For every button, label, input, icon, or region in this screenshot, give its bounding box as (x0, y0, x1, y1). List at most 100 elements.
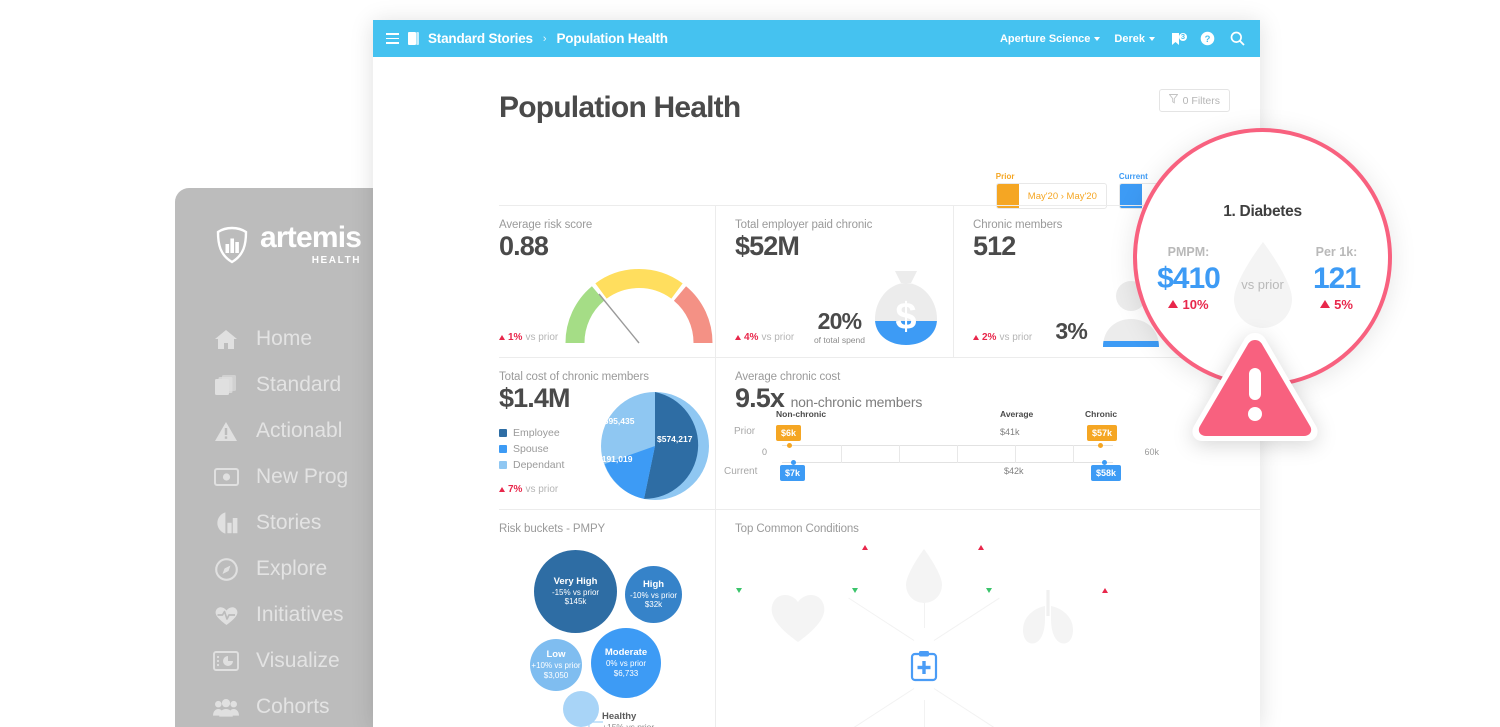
row-label-prior: Prior (734, 426, 756, 437)
bubble-delta: -10% vs prior (629, 590, 678, 600)
condition-back-pain[interactable] (708, 713, 888, 716)
trend-up-icon (973, 335, 979, 340)
per1k-value: 121 (1312, 262, 1361, 296)
card-label: Average risk score (499, 219, 593, 231)
card-average-risk-score[interactable]: Average risk score 0.88 1% vs prior (499, 206, 715, 357)
compass-icon (213, 557, 239, 581)
breadcrumb-current: Population Health (556, 31, 669, 46)
multiplier-unit: non-chronic members (790, 394, 923, 410)
delta-value: 1% (508, 332, 523, 343)
card-total-employer-paid-chronic[interactable]: Total employer paid chronic $52M $ 20% o… (715, 206, 953, 357)
bubble-delta: +10% vs prior (531, 661, 581, 671)
user-menu[interactable]: Derek (1114, 33, 1155, 45)
bubble-value: $3,050 (543, 670, 569, 680)
card-average-chronic-cost[interactable]: Average chronic cost 9.5x non-chronic me… (715, 358, 1173, 509)
chronic-share-value: 3% (1055, 318, 1087, 344)
bubble-label: Healthy (602, 711, 637, 722)
condition-asthma[interactable] (958, 585, 1138, 644)
prior-range-text: May'20 › May'20 (1027, 190, 1097, 202)
trend-up-icon (862, 545, 868, 550)
sidebar-item-label: Standard (256, 373, 342, 396)
chronic-cost-comparison-chart: Non-chronic Average Chronic Prior Curren… (724, 409, 1159, 493)
card-delta: 4% vs prior (735, 332, 794, 343)
screenshot-root: artemis HEALTH Home Standard Actionabl N… (0, 0, 1500, 727)
card-risk-buckets[interactable]: Risk buckets - PMPY Very High -15% vs pr… (499, 510, 715, 727)
money-bag-icon: $ (865, 267, 947, 349)
warning-triangle-icon (1185, 327, 1325, 445)
condition-per1k (953, 545, 1011, 550)
spoke-bottom (924, 700, 925, 727)
delta-value: 2% (982, 332, 997, 343)
condition-vs-prior (775, 588, 821, 610)
money-bill-icon (213, 465, 239, 489)
prior-value-chronic: $57k (1087, 425, 1118, 441)
svg-text:?: ? (1204, 34, 1210, 45)
condition-coronary-artery[interactable] (708, 585, 888, 642)
card-label: Risk buckets - PMPY (499, 523, 606, 535)
chevron-down-icon (1094, 36, 1101, 41)
current-value-average: $42k (1004, 466, 1024, 476)
bubble-high[interactable]: High -10% vs prior $32k (625, 566, 682, 623)
pmpm-caption: PMPM: (1167, 245, 1210, 260)
sidebar-item-label: Visualize (256, 649, 340, 672)
chart-axis (782, 445, 1113, 463)
card-total-cost-chronic-members[interactable]: Total cost of chronic members $1.4M Empl… (499, 358, 715, 509)
condition-per1k (827, 588, 885, 593)
card-label: Average chronic cost (735, 371, 841, 383)
axis-max-label: 60k (1144, 447, 1159, 457)
funnel-icon (1168, 94, 1179, 107)
card-label: Total employer paid chronic (735, 219, 873, 231)
page-title: Population Health (499, 91, 741, 124)
bubble-value: $145k (564, 597, 587, 607)
legend-label: Employee (513, 427, 560, 440)
bubble-delta: -15% vs prior (551, 587, 600, 597)
magnified-per1k: Per 1k: 121 5% (1296, 243, 1378, 311)
brand-subtitle: HEALTH (311, 255, 362, 266)
bubble-low[interactable]: Low +10% vs prior $3,050 (530, 639, 582, 691)
breadcrumb-root[interactable]: Standard Stories (428, 31, 533, 46)
card-label: Total cost of chronic members (499, 371, 649, 383)
column-header-non-chronic: Non-chronic (776, 409, 827, 419)
notifications-bookmark-icon[interactable]: 3 (1169, 31, 1187, 47)
share-of-total-spend: 20% of total spend (814, 310, 865, 346)
page-header: Population Health 0 Filters Prior May'20… (373, 57, 1260, 209)
bubble-very-high[interactable]: Very High -15% vs prior $145k (534, 550, 617, 633)
artemis-shield-icon (213, 226, 251, 264)
condition-diabetes[interactable] (834, 542, 1014, 603)
filters-label: 0 Filters (1182, 94, 1220, 107)
trend-up-icon (499, 487, 505, 492)
dashboard-panel: Standard Stories › Population Health Ape… (373, 20, 1260, 727)
bubble-delta: +15% vs prior (602, 722, 655, 727)
pmpm-delta: 10% (1182, 296, 1209, 312)
column-header-chronic: Chronic (1085, 409, 1118, 419)
risk-buckets-bubble-chart: Very High -15% vs prior $145k High -10% … (499, 540, 715, 727)
condition-vs-prior (1025, 588, 1071, 610)
condition-mood-disorders[interactable] (958, 713, 1138, 716)
org-selector[interactable]: Aperture Science (1000, 33, 1101, 45)
filters-button[interactable]: 0 Filters (1158, 89, 1230, 112)
conditions-hexagon (716, 540, 1173, 727)
delta-vs: vs prior (525, 484, 559, 495)
search-icon[interactable] (1229, 31, 1245, 47)
card-top-common-conditions[interactable]: Top Common Conditions (715, 510, 1173, 727)
pie-slice-label-spouse: $191,019 (597, 454, 633, 464)
pmpm-value: $410 (1157, 262, 1221, 296)
bubble-moderate[interactable]: Moderate 0% vs prior $6,733 (591, 628, 661, 698)
brand-name: artemis (260, 221, 362, 254)
bubble-value: $32k (644, 600, 663, 610)
legend-label: Spouse (513, 443, 549, 456)
healthy-leader-line (588, 721, 603, 727)
help-icon[interactable]: ? (1199, 31, 1215, 47)
hamburger-menu-icon[interactable] (386, 32, 399, 45)
prior-value-non-chronic: $6k (776, 425, 802, 441)
delta-vs: vs prior (525, 332, 559, 343)
sidebar-item-label: New Prog (256, 465, 349, 488)
bubble-label: Very High (553, 575, 598, 587)
magnified-condition-name: 1. Diabetes (1223, 203, 1302, 221)
book-icon (408, 32, 419, 45)
condition-per1k (1077, 588, 1135, 593)
risk-gauge-chart (565, 267, 713, 347)
bubble-value: $6,733 (613, 668, 639, 678)
pie-slice-label-employee: $574,217 (657, 434, 693, 444)
per1k-delta: 5% (1334, 296, 1353, 312)
